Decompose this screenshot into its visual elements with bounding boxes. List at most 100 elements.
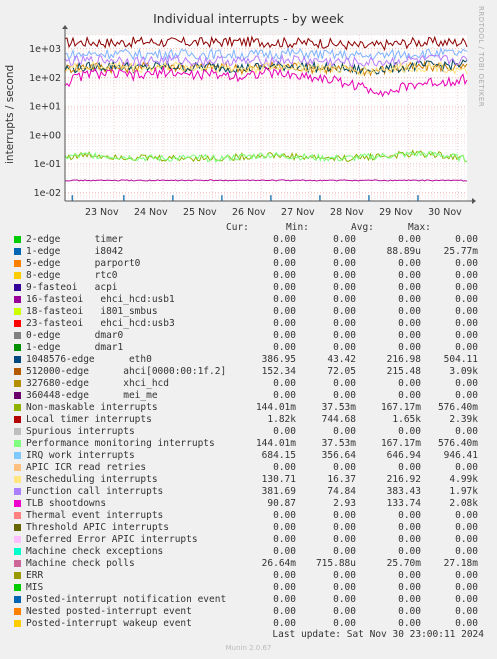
legend-row: Threshold APIC interrupts 0.00 0.00 0.00 0.0… xyxy=(14,522,484,534)
legend-max-value: 0.00 xyxy=(455,606,478,617)
munin-graph-page: Individual interrupts - by week RRDTOOL … xyxy=(0,0,497,659)
legend-label: ERR xyxy=(26,570,44,581)
legend-max-value: 576.40m xyxy=(437,402,478,413)
legend-header-max: Max: xyxy=(408,222,431,233)
legend-row: MIS 0.00 0.00 0.00 0.00 xyxy=(14,582,484,594)
x-tick-label: 25 Nov xyxy=(183,207,217,218)
legend-swatch xyxy=(14,500,21,507)
legend-row: Spurious interrupts 0.00 0.00 0.00 0.00 xyxy=(14,426,484,438)
legend-label: 9-fasteoi acpi xyxy=(26,282,118,293)
legend-label: Thermal event interrupts xyxy=(26,510,164,521)
legend-max-value: 0.00 xyxy=(455,270,478,281)
legend-max-value: 0.00 xyxy=(455,534,478,545)
legend-max-value: 4.99k xyxy=(449,474,478,485)
legend-label: Machine check polls xyxy=(26,558,135,569)
legend-row: Thermal event interrupts 0.00 0.00 0.00 0.00 xyxy=(14,510,484,522)
legend-label: 23-fasteoi ehci_hcd:usb3 xyxy=(26,318,175,329)
legend-swatch xyxy=(14,272,21,279)
legend-label: 16-fasteoi ehci_hcd:usb1 xyxy=(26,294,175,305)
legend-label: 1-edge dmar1 xyxy=(26,342,124,353)
legend-swatch xyxy=(14,404,21,411)
x-tick-label: 29 Nov xyxy=(379,207,413,218)
x-tick-label: 30 Nov xyxy=(428,207,462,218)
y-tick-label: 1e-02 xyxy=(34,188,61,199)
legend-swatch xyxy=(14,248,21,255)
legend-label: 2-edge timer xyxy=(26,234,124,245)
legend-label: APIC ICR read retries xyxy=(26,462,147,473)
interrupts-chart: 1e-02 1e-01 1e+00 1e+01 1e+02 1e+03 23 Nov 24 N… xyxy=(29,25,476,218)
legend-label: 5-edge parport0 xyxy=(26,258,141,269)
legend-min-value: 0.00 xyxy=(333,462,356,473)
legend-min-value: 0.00 xyxy=(333,246,356,257)
x-tick-label: 24 Nov xyxy=(134,207,168,218)
legend-min-value: 0.00 xyxy=(333,234,356,245)
legend-max-value: 0.00 xyxy=(455,234,478,245)
legend-min-value: 0.00 xyxy=(333,546,356,557)
legend-row: 5-edge parport0 0.00 0.00 0.00 0.00 xyxy=(14,258,484,270)
legend-swatch xyxy=(14,380,21,387)
legend-min-value: 0.00 xyxy=(333,318,356,329)
legend-row: 16-fasteoi ehci_hcd:usb1 0.00 0.00 0.00 0.00 xyxy=(14,294,484,306)
legend-header-avg: Avg: xyxy=(351,222,374,233)
legend-row: Nested posted-interrupt event 0.00 0.00 0.0… xyxy=(14,606,484,618)
legend-swatch xyxy=(14,560,21,567)
legend-row: Rescheduling interrupts 130.71 16.37 216.92… xyxy=(14,474,484,486)
legend-max-value: 0.00 xyxy=(455,282,478,293)
legend-swatch xyxy=(14,488,21,495)
legend-row: IRQ work interrupts 684.15 356.64 646.94 946… xyxy=(14,450,484,462)
legend-swatch xyxy=(14,296,21,303)
legend-label: Nested posted-interrupt event xyxy=(26,606,192,617)
legend-label: Rescheduling interrupts xyxy=(26,474,158,485)
y-tick-label: 1e+03 xyxy=(29,44,61,55)
legend-swatch xyxy=(14,608,21,615)
legend-row: 1-edge i8042 0.00 0.00 88.89u 25.77m xyxy=(14,246,484,258)
legend-swatch xyxy=(14,452,21,459)
legend-label: Function call interrupts xyxy=(26,486,164,497)
legend-min-value: 0.00 xyxy=(333,378,356,389)
legend-row: 18-fasteoi i801_smbus 0.00 0.00 0.00 0.00 xyxy=(14,306,484,318)
legend-label: IRQ work interrupts xyxy=(26,450,135,461)
legend-min-value: 0.00 xyxy=(333,570,356,581)
last-update: Last update: Sat Nov 30 23:00:11 2024 xyxy=(272,629,484,640)
legend-max-value: 0.00 xyxy=(455,462,478,473)
legend-min-value: 356.64 xyxy=(321,450,356,461)
legend-swatch xyxy=(14,440,21,447)
x-tick-label: 28 Nov xyxy=(330,207,364,218)
legend-min-value: 0.00 xyxy=(333,522,356,533)
legend-min-value: 43.42 xyxy=(327,354,356,365)
legend-row: 512000-edge ahci[0000:00:1f.2] 152.34 72.0… xyxy=(14,366,484,378)
legend-min-value: 0.00 xyxy=(333,306,356,317)
legend-max-value: 504.11 xyxy=(443,354,478,365)
legend-swatch xyxy=(14,320,21,327)
legend-label: Performance monitoring interrupts xyxy=(26,438,215,449)
legend-row: 9-fasteoi acpi 0.00 0.00 0.00 0.00 xyxy=(14,282,484,294)
legend-max-value: 946.41 xyxy=(443,450,478,461)
legend-row: Machine check polls 26.64m 715.88u 25.70m 27… xyxy=(14,558,484,570)
legend-min-value: 0.00 xyxy=(333,390,356,401)
legend-row: 327680-edge xhci_hcd 0.00 0.00 0.00 0.00 xyxy=(14,378,484,390)
legend-min-value: 37.53m xyxy=(321,402,356,413)
legend-row: Non-maskable interrupts 144.01m 37.53m 167.… xyxy=(14,402,484,414)
legend-swatch xyxy=(14,368,21,375)
legend-swatch xyxy=(14,428,21,435)
legend-max-value: 2.08k xyxy=(449,498,478,509)
legend-swatch xyxy=(14,332,21,339)
legend-swatch xyxy=(14,308,21,315)
legend-row: Posted-interrupt notification event 0.00 0… xyxy=(14,594,484,606)
legend-label: 18-fasteoi i801_smbus xyxy=(26,306,158,317)
legend-swatch xyxy=(14,476,21,483)
legend-row: 8-edge rtc0 0.00 0.00 0.00 0.00 xyxy=(14,270,484,282)
legend-swatch xyxy=(14,512,21,519)
legend-swatch xyxy=(14,548,21,555)
legend-row: Machine check exceptions 0.00 0.00 0.00 0.00 xyxy=(14,546,484,558)
legend-min-value: 16.37 xyxy=(327,474,356,485)
legend-min-value: 0.00 xyxy=(333,582,356,593)
legend-label: Posted-interrupt notification event xyxy=(26,594,227,605)
legend-min-value: 715.88u xyxy=(315,558,356,569)
legend-max-value: 0.00 xyxy=(455,618,478,629)
legend-row: 2-edge timer 0.00 0.00 0.00 0.00 xyxy=(14,234,484,246)
legend-max-value: 2.39k xyxy=(449,414,478,425)
legend-min-value: 72.05 xyxy=(327,366,356,377)
y-tick-label: 1e+01 xyxy=(29,102,61,113)
legend-label: 1-edge i8042 xyxy=(26,246,124,257)
